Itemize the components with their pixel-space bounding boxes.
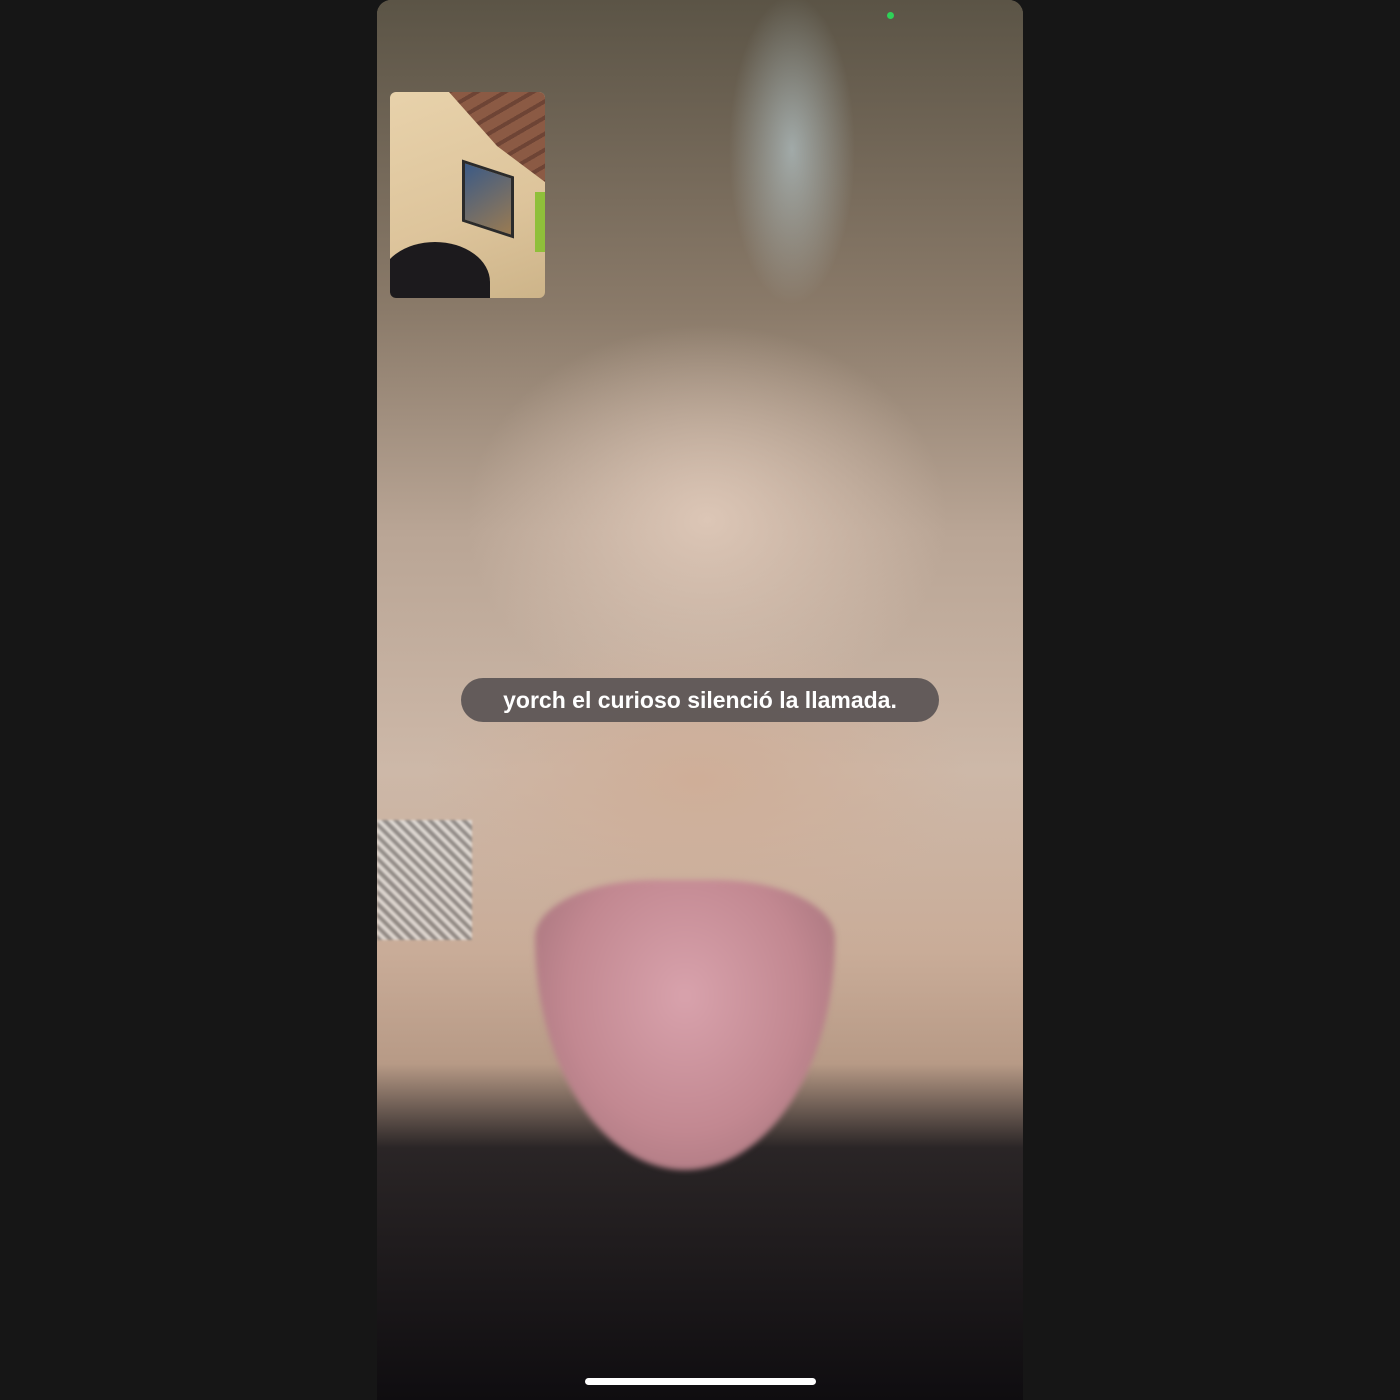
self-view-preview[interactable]	[390, 92, 545, 298]
call-muted-toast: yorch el curioso silenció la llamada.	[461, 678, 939, 722]
remote-video-background-pattern	[377, 820, 472, 940]
video-call-screen: yorch el curioso silenció la llamada.	[0, 0, 1400, 1400]
self-view-wall-edge	[535, 192, 545, 252]
self-view-hair	[390, 242, 490, 298]
camera-active-indicator	[887, 12, 894, 19]
self-view-wall-picture	[462, 159, 514, 239]
home-indicator[interactable]	[585, 1378, 816, 1385]
